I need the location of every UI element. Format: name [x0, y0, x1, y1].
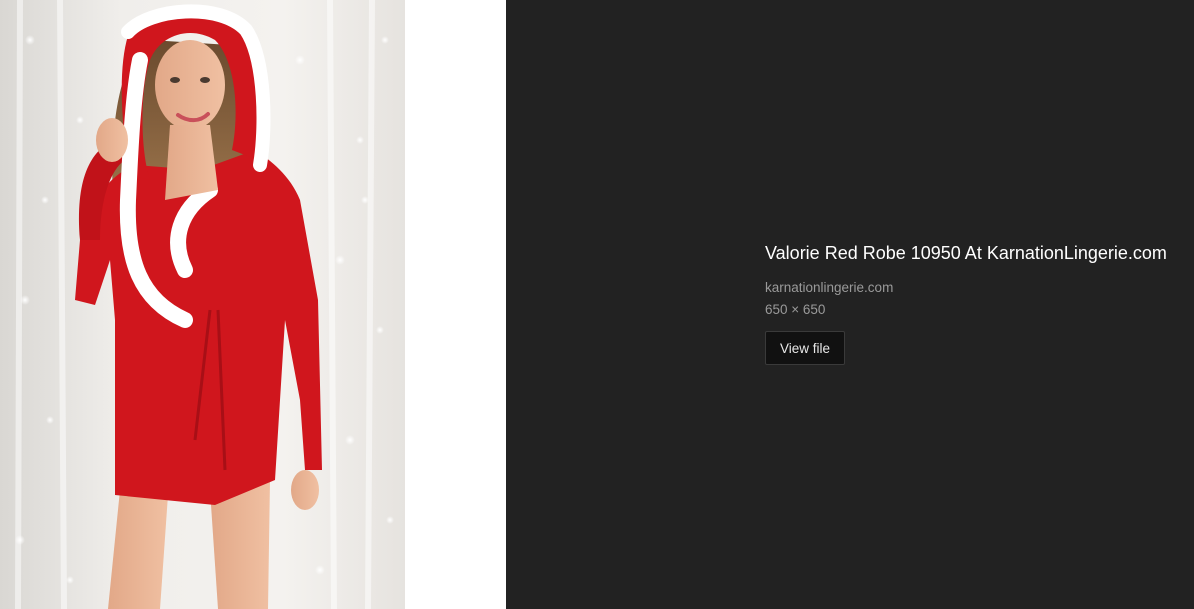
image-details: Valorie Red Robe 10950 At KarnationLinge… — [765, 241, 1190, 365]
view-file-button[interactable]: View file — [765, 331, 846, 365]
image-title[interactable]: Valorie Red Robe 10950 At KarnationLinge… — [765, 241, 1190, 265]
source-domain[interactable]: karnationlingerie.com — [765, 279, 1190, 297]
image-preview-pane — [0, 0, 506, 609]
preview-image[interactable] — [0, 0, 405, 609]
image-info-panel: Valorie Red Robe 10950 At KarnationLinge… — [506, 0, 1194, 609]
image-dimensions: 650 × 650 — [765, 302, 826, 317]
image-viewer: Valorie Red Robe 10950 At KarnationLinge… — [0, 0, 1194, 609]
